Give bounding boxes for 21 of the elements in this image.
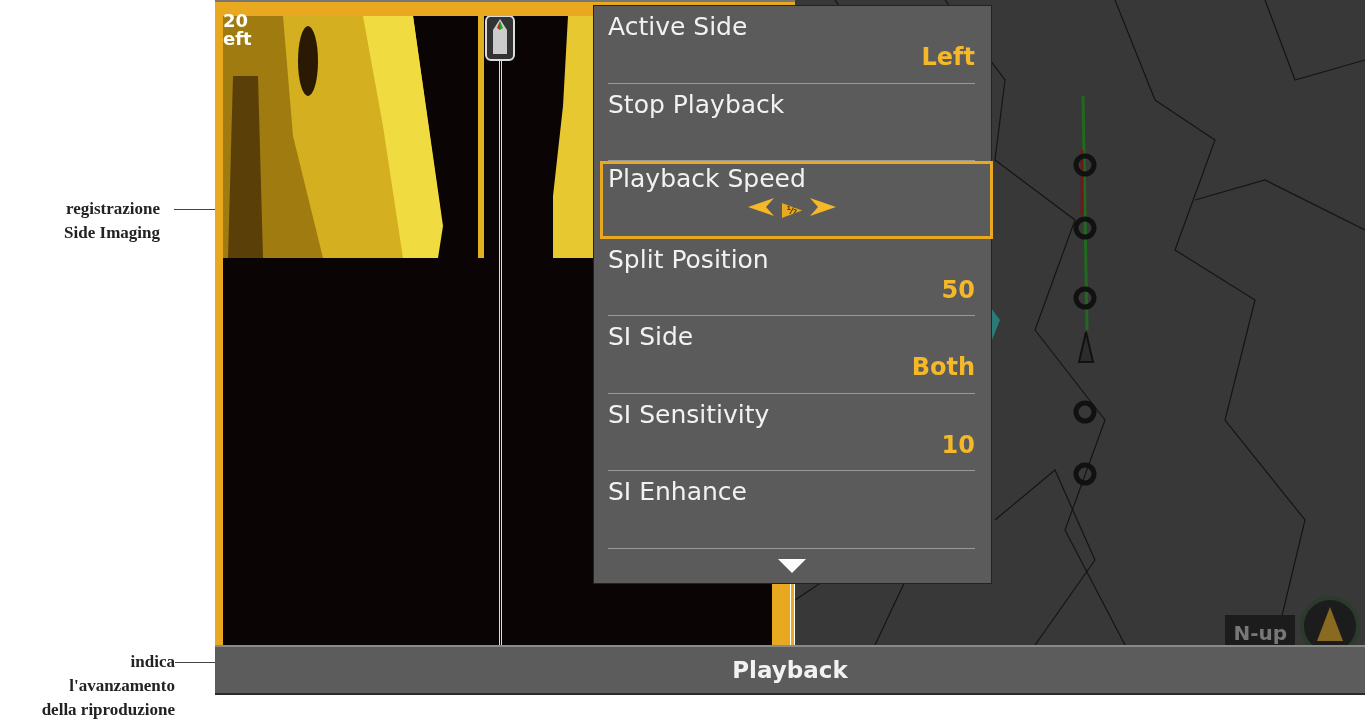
callout-label: registrazione Side Imaging [63, 198, 160, 244]
menu-item[interactable]: Split Position 50 [608, 238, 975, 316]
setting-value: 50 [941, 275, 975, 304]
scroll-down-icon[interactable] [777, 558, 806, 573]
leader-line [174, 209, 215, 210]
setting-value: Left [921, 43, 975, 71]
menu-item[interactable]: SI Sensitivity 10 [608, 393, 975, 471]
menu-item[interactable]: Active Side Left [608, 6, 975, 84]
menu-item[interactable]: SI Side Both [608, 316, 975, 394]
leader-line [175, 662, 215, 663]
orientation-badge: N-up [1225, 615, 1295, 645]
status-title: Playback [732, 657, 848, 683]
setting-value: Both [911, 353, 975, 381]
range-label: 20 [223, 12, 249, 30]
compass-icon [1299, 595, 1361, 645]
setting-value: 10 [941, 430, 975, 459]
callout-label: indica l'avanzamento della riproduzione [40, 651, 175, 721]
left-arrow-icon[interactable] [747, 197, 774, 216]
side-label: eft [223, 30, 252, 48]
right-arrow-icon[interactable] [810, 197, 837, 216]
menu-item[interactable]: SI Enhance [608, 471, 975, 549]
